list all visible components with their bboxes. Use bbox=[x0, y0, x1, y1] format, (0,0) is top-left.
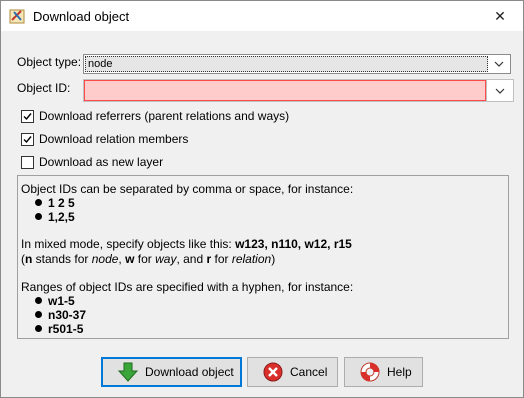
object-id-error-border bbox=[84, 80, 486, 101]
close-button[interactable]: ✕ bbox=[477, 1, 523, 31]
help-text-panel: Object IDs can be separated by comma or … bbox=[17, 175, 509, 339]
chevron-down-icon[interactable] bbox=[490, 55, 508, 73]
legend-type: relation bbox=[231, 252, 272, 266]
range-item: w1-5 bbox=[35, 294, 75, 308]
download-arrow-icon bbox=[117, 362, 139, 382]
legend-type: node bbox=[91, 252, 119, 266]
legend-text: , and bbox=[176, 252, 207, 266]
object-type-value: node bbox=[88, 58, 113, 70]
checkbox-label: Download as new layer bbox=[39, 155, 164, 169]
object-id-input[interactable] bbox=[83, 79, 486, 102]
mixed-mode-example: w123, n110, w12, r15 bbox=[235, 237, 352, 251]
help-button[interactable]: Help bbox=[344, 357, 423, 387]
ranges-intro: Ranges of object IDs are specified with … bbox=[21, 280, 354, 294]
range-item: n30-37 bbox=[35, 308, 86, 322]
download-as-new-layer-checkbox[interactable]: Download as new layer bbox=[21, 154, 163, 170]
josm-app-icon bbox=[9, 9, 25, 24]
example-item: 1 2 5 bbox=[35, 196, 75, 210]
cancel-icon bbox=[263, 362, 283, 382]
object-id-history-dropdown[interactable] bbox=[486, 79, 514, 102]
object-type-selection: node bbox=[85, 56, 488, 72]
cancel-button[interactable]: Cancel bbox=[247, 357, 338, 387]
download-object-dialog: Download object ✕ Object type: node Obje… bbox=[0, 0, 524, 398]
legend-text: stands for bbox=[32, 252, 92, 266]
legend-type: way bbox=[155, 252, 177, 266]
object-type-label: Object type: bbox=[17, 55, 82, 69]
help-lifebuoy-icon bbox=[360, 362, 380, 382]
chevron-down-icon bbox=[495, 88, 505, 94]
help-intro: Object IDs can be separated by comma or … bbox=[21, 182, 354, 196]
checkbox-label: Download referrers (parent relations and… bbox=[39, 109, 290, 123]
close-icon: ✕ bbox=[494, 7, 506, 24]
example-item: 1,2,5 bbox=[35, 210, 75, 224]
checkbox-box[interactable] bbox=[21, 155, 34, 169]
download-object-button[interactable]: Download object bbox=[101, 357, 242, 387]
help-label: Help bbox=[387, 365, 412, 379]
object-id-label: Object ID: bbox=[17, 81, 71, 95]
cancel-label: Cancel bbox=[290, 365, 328, 379]
checkbox-label: Download relation members bbox=[39, 132, 189, 146]
checkmark-icon bbox=[23, 135, 32, 143]
mixed-mode-line: In mixed mode, specify objects like this… bbox=[21, 237, 352, 251]
checkbox-box[interactable] bbox=[21, 109, 34, 123]
download-referrers-checkbox[interactable]: Download referrers (parent relations and… bbox=[21, 108, 289, 124]
legend-text: for bbox=[134, 252, 156, 266]
window-title: Download object bbox=[33, 9, 130, 24]
checkmark-icon bbox=[23, 112, 32, 120]
object-type-select[interactable]: node bbox=[83, 54, 511, 74]
range-item: r501-5 bbox=[35, 322, 83, 336]
checkbox-box[interactable] bbox=[21, 132, 34, 146]
legend-text: ) bbox=[271, 252, 276, 266]
mixed-mode-text: In mixed mode, specify objects like this… bbox=[21, 237, 236, 251]
download-relation-members-checkbox[interactable]: Download relation members bbox=[21, 131, 188, 147]
download-object-label: Download object bbox=[145, 365, 234, 379]
title-bar: Download object ✕ bbox=[1, 1, 523, 31]
legend-text: for bbox=[211, 252, 232, 266]
type-legend-line: (n stands for node, w for way, and r for… bbox=[21, 252, 275, 266]
